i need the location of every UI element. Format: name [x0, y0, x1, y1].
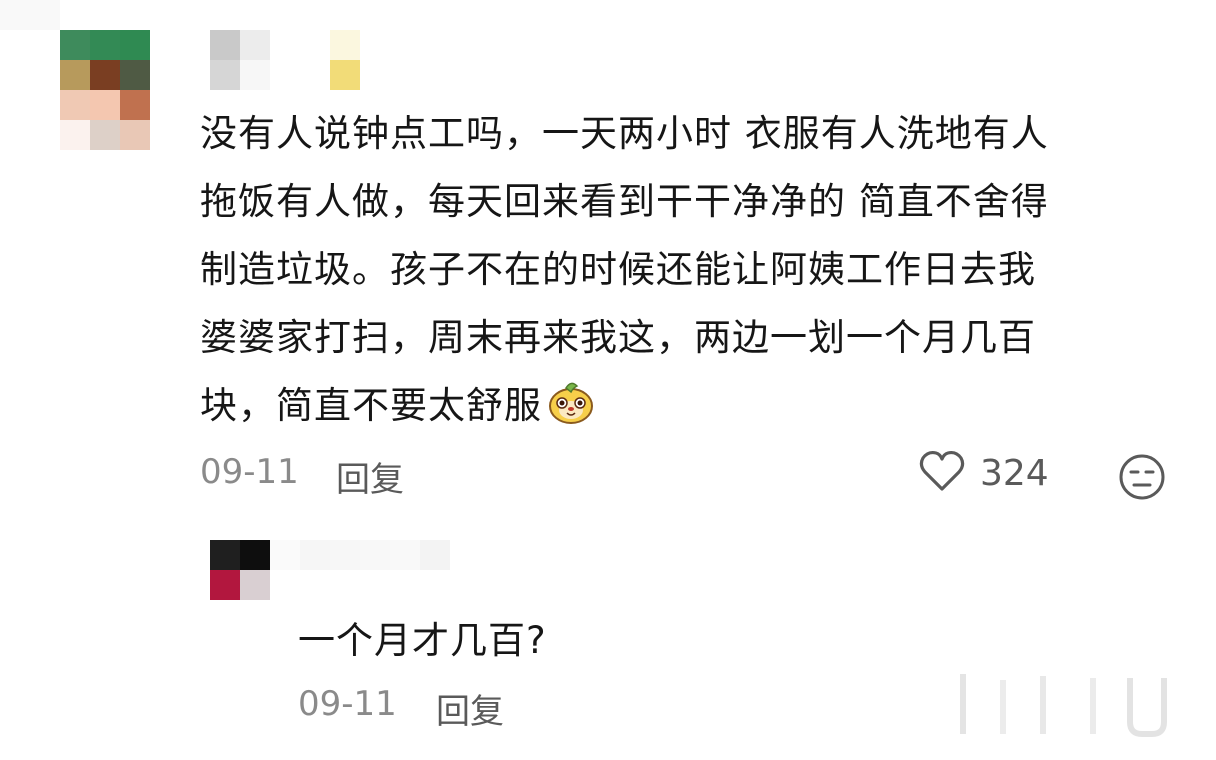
comment-date: 09-11 — [200, 452, 299, 492]
reply-button[interactable]: 回复 — [336, 452, 404, 501]
comment-line: 拖饭有人做，每天回来看到干干净净的 简直不舍得 — [200, 180, 1049, 223]
commenter-avatar[interactable] — [60, 30, 150, 150]
avatar-pixel — [210, 570, 240, 600]
name-pixel — [240, 60, 270, 90]
name-pixel — [300, 60, 330, 90]
heart-outline-icon[interactable] — [918, 449, 966, 497]
avatar-pixel — [120, 120, 150, 150]
avatar-pixel — [120, 60, 150, 90]
name-pixel — [210, 60, 240, 90]
name-pixel — [420, 540, 450, 570]
name-pixel — [270, 540, 300, 570]
name-pixel — [390, 540, 420, 570]
name-pixel — [300, 540, 330, 570]
reply-date: 09-11 — [298, 684, 397, 724]
cute-animal-emoji-icon — [546, 376, 596, 426]
avatar-pixel — [240, 540, 270, 570]
avatar-pixel — [90, 120, 120, 150]
comment-line-last: 块，简直不要太舒服 — [200, 372, 1170, 440]
name-pixel — [330, 30, 360, 60]
avatar-pixel — [90, 30, 120, 60]
name-pixel — [330, 60, 360, 90]
avatar-pixel — [120, 30, 150, 60]
comment-line: 婆婆家打扫，周末再来我这，两边一划一个月几百 — [200, 316, 1036, 359]
comment-line: 块，简直不要太舒服 — [200, 384, 542, 427]
watermark-logo — [940, 660, 1180, 740]
commenter-name-blurred[interactable] — [210, 30, 360, 90]
name-pixel — [240, 30, 270, 60]
like-count: 324 — [980, 452, 1049, 494]
comment-line: 制造垃圾。孩子不在的时候还能让阿姨工作日去我 — [200, 248, 1036, 291]
avatar-pixel — [90, 90, 120, 120]
reply-body: 一个月才几百? — [298, 619, 547, 662]
name-pixel — [210, 30, 240, 60]
name-pixel — [450, 540, 480, 570]
avatar-pixel — [60, 90, 90, 120]
avatar-pixel — [240, 570, 270, 600]
comment-body: 没有人说钟点工吗，一天两小时 衣服有人洗地有人 拖饭有人做，每天回来看到干干净净… — [200, 100, 1170, 440]
name-pixel — [270, 60, 300, 90]
name-pixel — [330, 540, 360, 570]
name-pixel — [300, 30, 330, 60]
reply-reply-button[interactable]: 回复 — [436, 684, 504, 733]
avatar-pixel — [60, 30, 90, 60]
name-pixel — [270, 30, 300, 60]
avatar-pixel — [210, 540, 240, 570]
replier-name-blurred[interactable] — [270, 540, 480, 570]
avatar-pixel — [120, 90, 150, 120]
replier-avatar[interactable] — [210, 540, 270, 600]
avatar-pixel — [90, 60, 120, 90]
like-button[interactable]: 324 — [918, 449, 1049, 497]
comment-line: 没有人说钟点工吗，一天两小时 衣服有人洗地有人 — [200, 112, 1049, 155]
name-pixel — [360, 540, 390, 570]
avatar-pixel — [60, 120, 90, 150]
meh-face-icon[interactable] — [1117, 452, 1167, 506]
avatar-pixel — [60, 60, 90, 90]
replier-name-blurred-extra — [0, 0, 60, 30]
